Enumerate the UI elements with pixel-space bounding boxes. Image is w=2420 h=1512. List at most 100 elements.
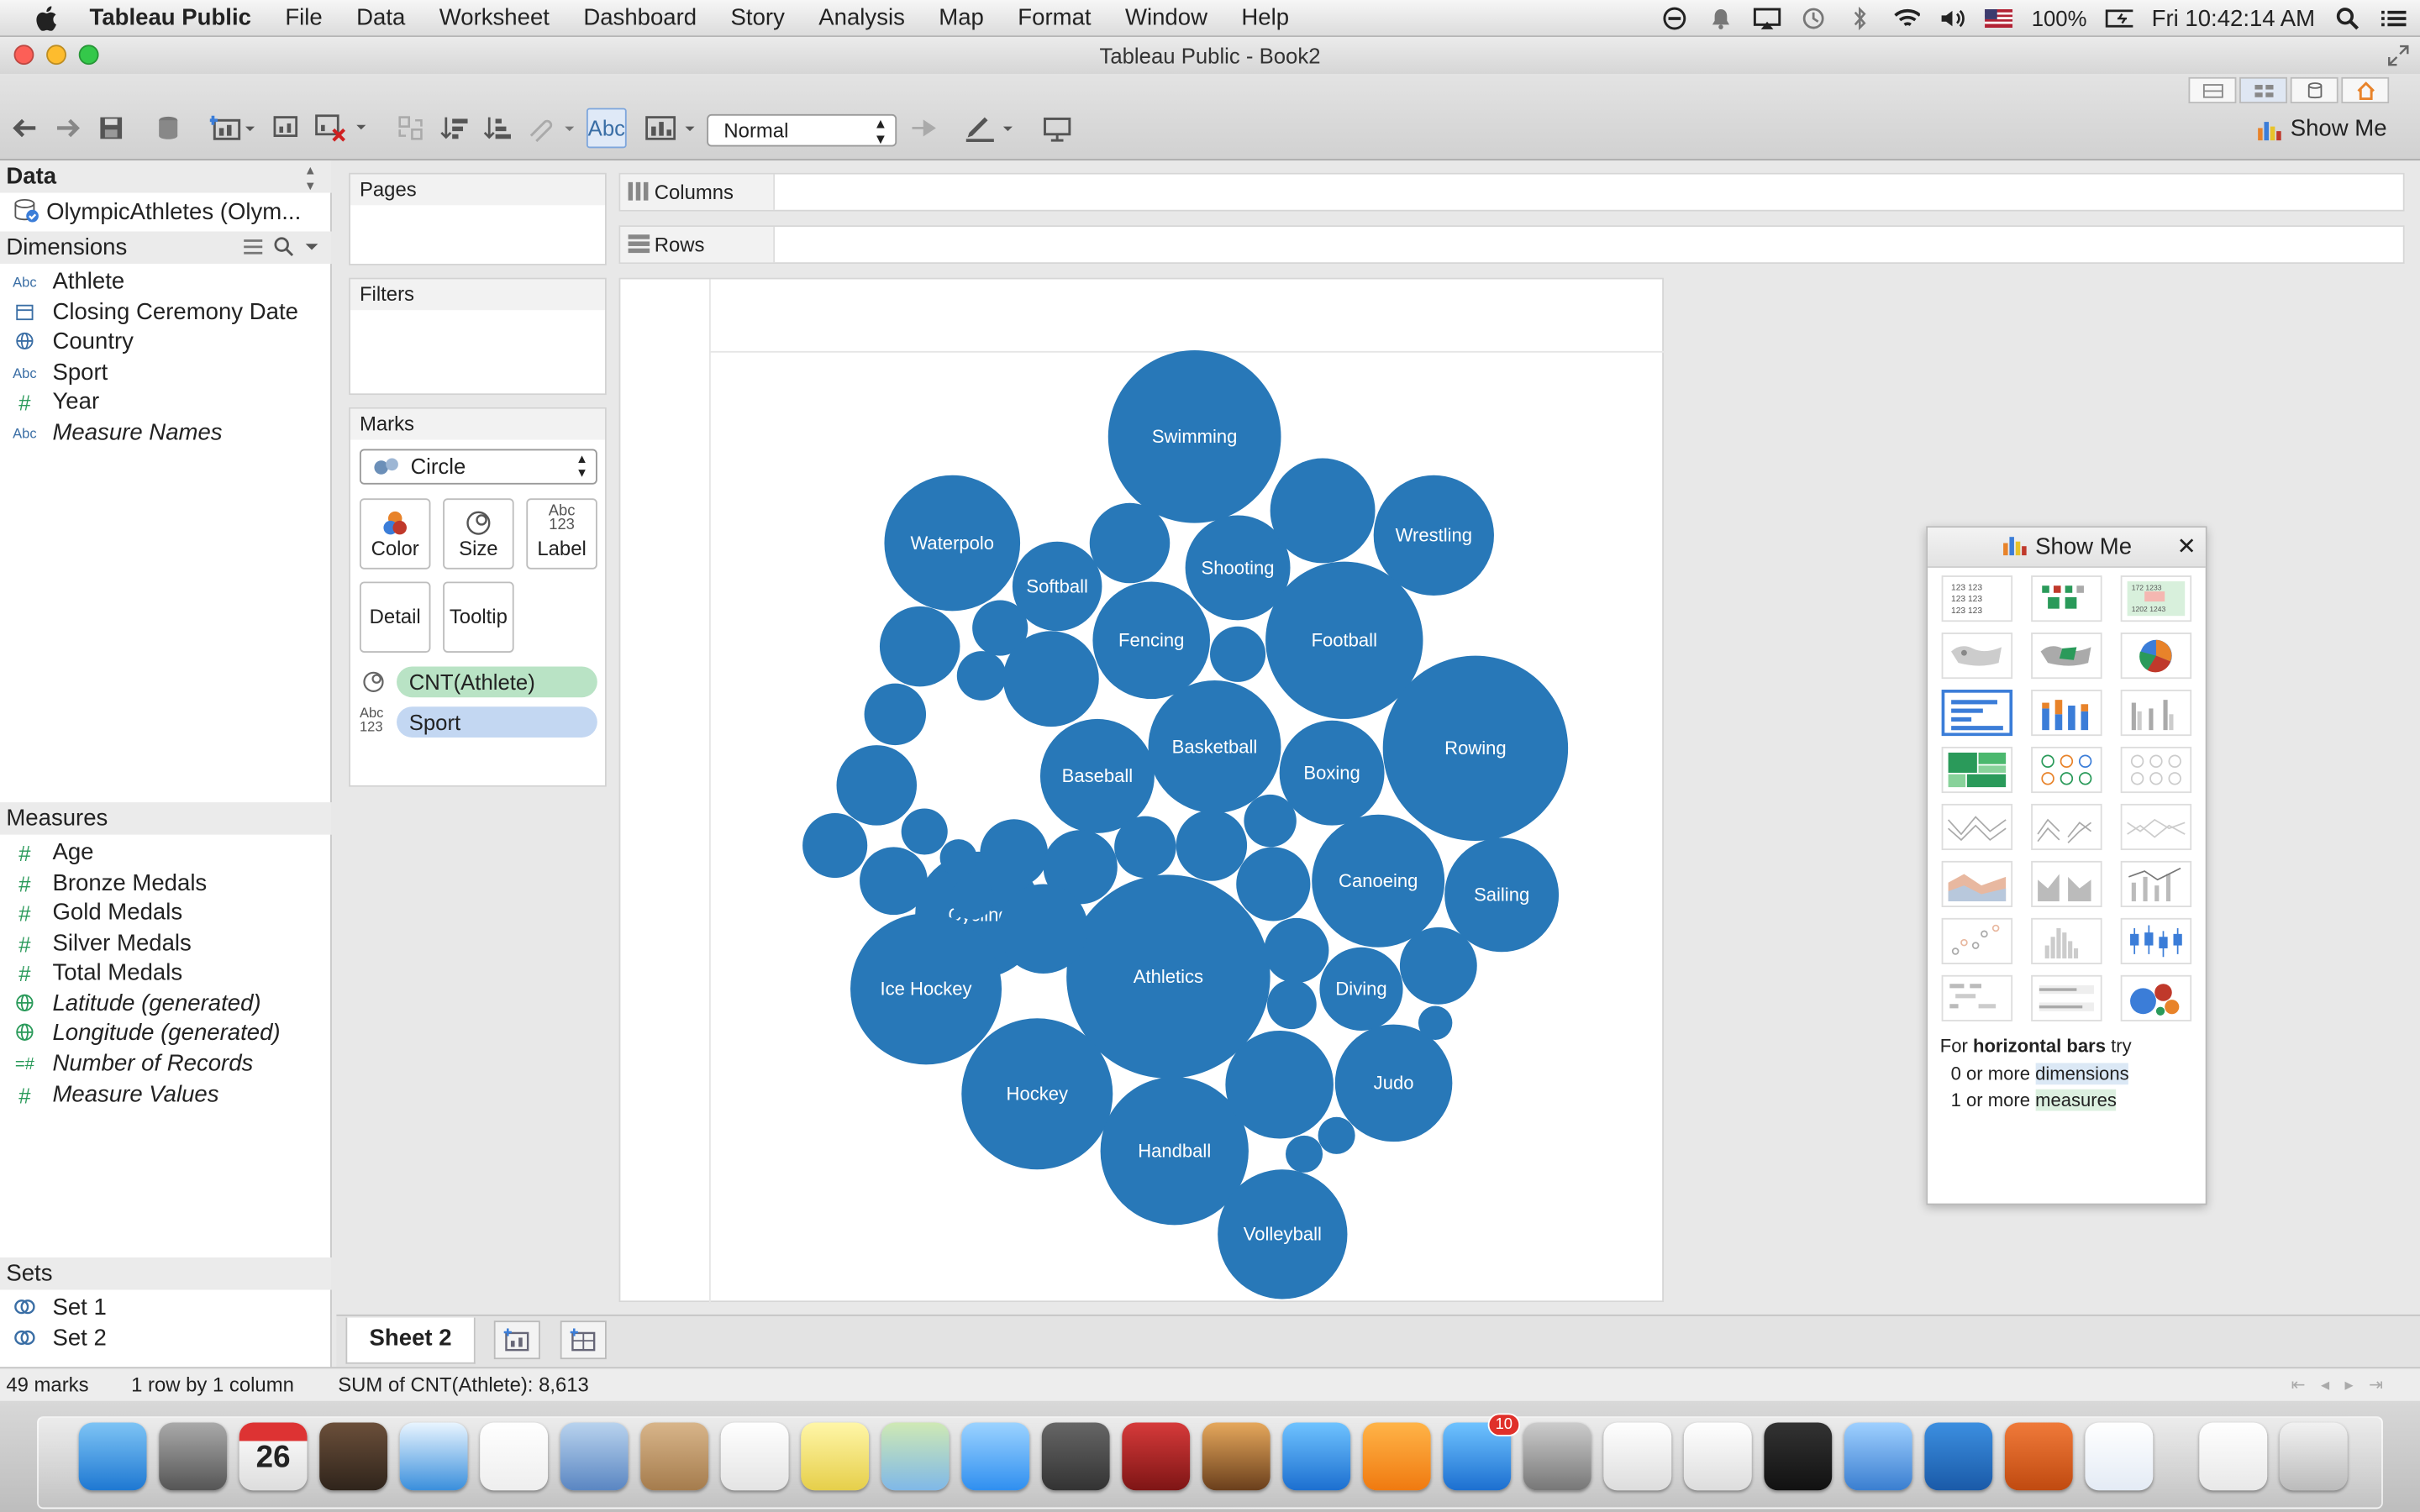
- text-table-icon[interactable]: 123 123 123 123 123 123: [1941, 575, 2013, 622]
- bluetooth-icon[interactable]: [1846, 6, 1874, 31]
- color-button[interactable]: Color: [359, 498, 431, 570]
- pages-shelf[interactable]: Pages: [349, 172, 607, 265]
- bubble-unlabeled[interactable]: [1114, 816, 1176, 879]
- close-window-button[interactable]: [13, 45, 34, 66]
- gantt-chart-icon[interactable]: [1941, 974, 2013, 1021]
- dimension-closing-ceremony-date[interactable]: Closing Ceremony Date: [13, 297, 298, 327]
- measure-total-medals[interactable]: # Total Medals: [13, 958, 182, 988]
- do-not-disturb-icon[interactable]: [1661, 6, 1689, 30]
- menu-help[interactable]: Help: [1241, 5, 1289, 31]
- bubble-unlabeled[interactable]: [1264, 917, 1329, 984]
- circle-views-icon[interactable]: [2031, 746, 2102, 794]
- clear-sheet-icon[interactable]: [315, 111, 367, 144]
- minimize-window-button[interactable]: [46, 45, 66, 66]
- tooltip-button[interactable]: Tooltip: [443, 581, 514, 653]
- trash-icon[interactable]: [2279, 1422, 2348, 1491]
- label-pill-sport[interactable]: Sport: [397, 706, 597, 738]
- menu-story[interactable]: Story: [731, 5, 785, 31]
- symbol-map-icon[interactable]: [1941, 633, 2013, 680]
- bubble-unlabeled[interactable]: [1002, 631, 1099, 727]
- bubble-unlabeled[interactable]: [939, 839, 977, 877]
- measure-bronze-medals[interactable]: # Bronze Medals: [13, 869, 208, 898]
- side-by-side-circles-icon[interactable]: [2120, 746, 2192, 794]
- tableau-icon[interactable]: [2085, 1422, 2154, 1491]
- bubble-unlabeled[interactable]: [1236, 847, 1311, 921]
- measure-latitude-generated[interactable]: Latitude (generated): [13, 989, 261, 1018]
- zoom-window-button[interactable]: [78, 45, 99, 66]
- filters-shelf[interactable]: Filters: [349, 277, 607, 396]
- bubble-unlabeled[interactable]: [1225, 1030, 1334, 1139]
- lines-continuous-icon[interactable]: [1941, 803, 2013, 851]
- database-view-icon[interactable]: [2290, 76, 2338, 104]
- save-icon[interactable]: [94, 111, 128, 144]
- datasource-item[interactable]: OlympicAthletes (Olym...: [13, 197, 302, 227]
- notification-bell-icon[interactable]: [1707, 6, 1735, 30]
- dimension-sport[interactable]: Abc Sport: [13, 358, 108, 387]
- app-name-menu[interactable]: Tableau Public: [90, 5, 251, 31]
- finder-icon[interactable]: [78, 1422, 147, 1491]
- histogram-icon[interactable]: [2031, 917, 2102, 964]
- menu-data[interactable]: Data: [356, 5, 405, 31]
- chrome-icon[interactable]: [1683, 1422, 1752, 1491]
- menu-window[interactable]: Window: [1125, 5, 1207, 31]
- reminders-icon[interactable]: [720, 1422, 789, 1491]
- bubble-unlabeled[interactable]: [980, 819, 1049, 888]
- airplay-icon[interactable]: [1754, 6, 1781, 30]
- document-icon[interactable]: [2199, 1422, 2268, 1491]
- back-arrow-icon[interactable]: [8, 111, 41, 144]
- us-flag-icon[interactable]: [1985, 6, 2013, 30]
- packed-bubble-chart[interactable]: Swimming Waterpolo Softball Shooting Wrestli…: [620, 279, 1665, 1305]
- bubble-unlabeled[interactable]: [1244, 794, 1297, 848]
- show-mark-labels-button[interactable]: Abc: [586, 108, 627, 149]
- heat-map-icon[interactable]: [2031, 575, 2102, 622]
- bubble-unlabeled[interactable]: [1266, 979, 1317, 1030]
- bullet-graph-icon[interactable]: [2031, 974, 2102, 1021]
- fix-axes-pin-icon[interactable]: [908, 111, 941, 144]
- bubble-unlabeled[interactable]: [1286, 1135, 1323, 1173]
- show-me-toolbar-button[interactable]: Show Me: [2256, 116, 2387, 142]
- measure-longitude-generated[interactable]: Longitude (generated): [13, 1018, 281, 1047]
- highlight-pen-icon[interactable]: [963, 111, 1015, 144]
- volume-icon[interactable]: [1939, 6, 1966, 30]
- bubble-unlabeled[interactable]: [1270, 458, 1376, 564]
- bubble-unlabeled[interactable]: [1318, 1116, 1355, 1154]
- sheet-navigation-arrows[interactable]: ⇤◂▸⇥: [2291, 1368, 2399, 1402]
- bubble-unlabeled[interactable]: [956, 651, 1007, 701]
- dimension-country[interactable]: Country: [13, 327, 134, 356]
- area-continuous-icon[interactable]: [1941, 860, 2013, 908]
- bubble-unlabeled[interactable]: [802, 812, 868, 879]
- xcode-icon[interactable]: [1844, 1422, 1912, 1491]
- lines-discrete-icon[interactable]: [2031, 803, 2102, 851]
- menu-worksheet[interactable]: Worksheet: [439, 5, 550, 31]
- rows-shelf[interactable]: Rows: [618, 225, 2405, 265]
- view-canvas[interactable]: Swimming Waterpolo Softball Shooting Wrestli…: [618, 277, 1665, 1305]
- photo-booth-icon[interactable]: [319, 1422, 388, 1491]
- measure-gold-medals[interactable]: # Gold Medals: [13, 898, 182, 927]
- new-worksheet-tab-icon[interactable]: [493, 1320, 540, 1360]
- size-button[interactable]: Size: [443, 498, 514, 570]
- group-members-icon[interactable]: [524, 111, 576, 144]
- size-pill-cnt-athlete[interactable]: CNT(Athlete): [397, 666, 597, 698]
- word-icon[interactable]: [1924, 1422, 1993, 1491]
- new-dashboard-tab-icon[interactable]: [560, 1320, 607, 1360]
- measure-measure-values[interactable]: # Measure Values: [13, 1080, 219, 1110]
- bubble-unlabeled[interactable]: [1399, 927, 1477, 1005]
- mail-icon[interactable]: [560, 1422, 629, 1491]
- forward-arrow-icon[interactable]: [51, 111, 85, 144]
- search-fields-icon[interactable]: [273, 236, 295, 258]
- home-icon[interactable]: [2341, 76, 2390, 104]
- horizontal-bars-icon[interactable]: [1941, 690, 2013, 737]
- treemap-icon[interactable]: [1941, 746, 2013, 794]
- bubble-unlabeled[interactable]: [879, 606, 960, 687]
- messages-icon[interactable]: [961, 1422, 1030, 1491]
- sort-descending-icon[interactable]: [481, 111, 515, 144]
- list-view-icon[interactable]: [242, 236, 264, 258]
- measure-silver-medals[interactable]: # Silver Medals: [13, 929, 192, 958]
- iphoto-icon[interactable]: [1202, 1422, 1270, 1491]
- contacts-icon[interactable]: [640, 1422, 709, 1491]
- ibooks-icon[interactable]: [1362, 1422, 1431, 1491]
- dimension-athlete[interactable]: Abc Athlete: [13, 267, 125, 297]
- bubble-unlabeled[interactable]: [864, 683, 927, 746]
- bubble-unlabeled[interactable]: [1418, 1005, 1453, 1040]
- highlight-table-icon[interactable]: 172 1233 1202 1243: [2120, 575, 2192, 622]
